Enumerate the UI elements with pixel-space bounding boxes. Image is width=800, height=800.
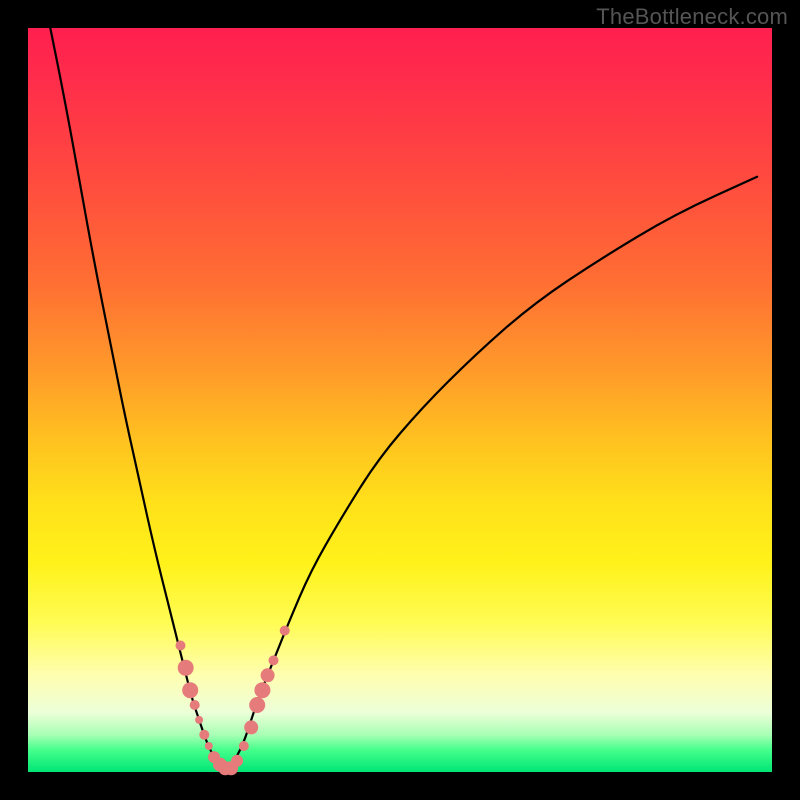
data-marker — [254, 682, 270, 698]
chart-svg — [28, 28, 772, 772]
data-marker — [269, 655, 279, 665]
data-marker — [199, 730, 209, 740]
data-marker — [205, 742, 213, 750]
data-marker — [195, 716, 203, 724]
chart-frame: TheBottleneck.com — [0, 0, 800, 800]
curve-left-branch — [50, 28, 221, 772]
data-marker — [244, 720, 258, 734]
data-marker — [176, 641, 186, 651]
data-marker — [182, 682, 198, 698]
data-marker — [249, 697, 265, 713]
data-marker — [261, 668, 275, 682]
data-marker — [280, 626, 290, 636]
watermark-text: TheBottleneck.com — [596, 4, 788, 30]
data-marker — [239, 741, 249, 751]
plot-area — [28, 28, 772, 772]
curve-right-branch — [229, 177, 757, 772]
data-marker — [231, 755, 243, 767]
marker-group — [176, 626, 290, 776]
data-marker — [178, 660, 194, 676]
data-marker — [190, 700, 200, 710]
